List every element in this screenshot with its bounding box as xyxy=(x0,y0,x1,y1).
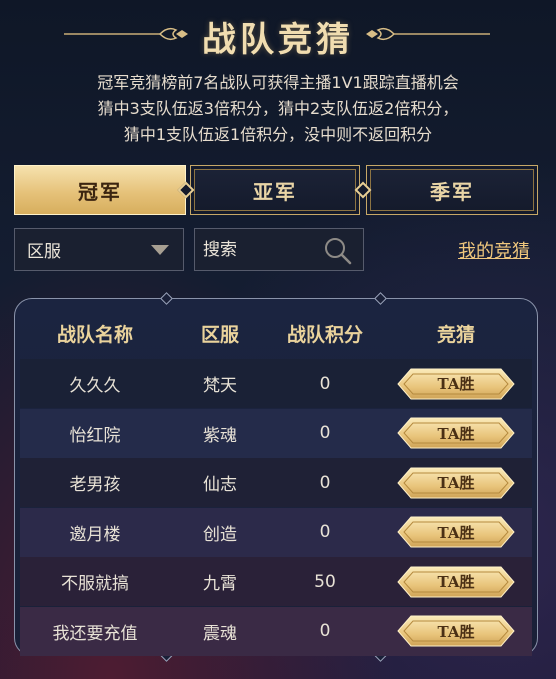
server-name: 紫魂 xyxy=(203,425,237,446)
team-name: 老男孩 xyxy=(69,475,121,495)
bet-win-button[interactable]: TA胜 xyxy=(397,367,515,401)
table-row: 怡红院 紫魂 0 TA胜 xyxy=(20,408,532,458)
team-points: 0 xyxy=(319,621,331,641)
team-points: 0 xyxy=(319,423,331,443)
team-name: 久久久 xyxy=(69,376,121,396)
server-name: 梵天 xyxy=(203,376,237,396)
column-header-server: 区服 xyxy=(200,323,239,346)
table-row: 邀月楼 创造 0 TA胜 xyxy=(20,507,532,557)
caret-down-icon xyxy=(151,245,169,255)
team-points: 0 xyxy=(319,472,331,493)
rules-line: 猜中3支队伍返3倍积分，猜中2支队伍返2倍积分， xyxy=(97,99,459,118)
table-row: 老男孩 仙志 0 TA胜 xyxy=(20,458,532,507)
bet-cell: TA胜 xyxy=(380,466,532,500)
title-ornament-left-icon xyxy=(64,27,188,41)
server-name: 仙志 xyxy=(203,475,237,495)
bet-cell: TA胜 xyxy=(380,614,532,648)
bet-win-button[interactable]: TA胜 xyxy=(397,614,515,648)
team-name: 我还要充值 xyxy=(52,623,138,644)
search-input[interactable] xyxy=(203,239,323,260)
server-name: 震魂 xyxy=(203,623,237,644)
bet-win-button[interactable]: TA胜 xyxy=(397,565,515,599)
team-name: 邀月楼 xyxy=(69,524,121,545)
tab-runner-up[interactable]: 亚军 xyxy=(190,165,360,215)
my-bets-link[interactable]: 我的竞猜 xyxy=(458,237,530,263)
page-title: 战队竞猜 xyxy=(202,19,354,60)
server-select-value: 区服 xyxy=(27,242,61,262)
team-name: 不服就搞 xyxy=(61,574,129,594)
column-header-bet: 竞猜 xyxy=(436,323,475,346)
rules-text: 冠军竞猜榜前7名战队可获得主播1V1跟踪直播机会 猜中3支队伍返3倍积分，猜中2… xyxy=(0,70,556,148)
table-row: 我还要充值 震魂 0 TA胜 xyxy=(20,606,532,656)
rules-line: 猜中1支队伍返1倍积分，没中则不返回积分 xyxy=(123,125,433,144)
tab-champion[interactable]: 冠军 xyxy=(14,165,186,215)
bet-cell: TA胜 xyxy=(380,565,532,599)
bet-cell: TA胜 xyxy=(380,367,532,401)
bet-win-button[interactable]: TA胜 xyxy=(397,515,515,549)
bet-button-label: TA胜 xyxy=(437,474,475,492)
bet-win-button[interactable]: TA胜 xyxy=(397,466,515,500)
bet-button-label: TA胜 xyxy=(437,622,475,641)
search-box xyxy=(194,228,364,271)
table-row: 不服就搞 九霄 50 TA胜 xyxy=(20,557,532,606)
column-header-points: 战队积分 xyxy=(286,323,363,346)
table-header: 战队名称 区服 战队积分 竞猜 xyxy=(20,308,532,358)
bet-button-label: TA胜 xyxy=(437,573,475,591)
team-points: 0 xyxy=(319,373,331,394)
bet-cell: TA胜 xyxy=(380,515,532,549)
team-name: 怡红院 xyxy=(69,425,121,446)
bet-button-label: TA胜 xyxy=(437,523,475,542)
server-name: 九霄 xyxy=(203,574,237,594)
tab-third-place[interactable]: 季军 xyxy=(366,165,538,215)
bet-button-label: TA胜 xyxy=(437,375,475,393)
server-select[interactable]: 区服 xyxy=(14,228,184,271)
bet-button-label: TA胜 xyxy=(437,424,475,443)
rules-line: 冠军竞猜榜前7名战队可获得主播1V1跟踪直播机会 xyxy=(97,73,459,92)
bet-cell: TA胜 xyxy=(380,416,532,450)
team-points: 50 xyxy=(314,571,336,592)
title-ornament-right-icon xyxy=(366,27,490,41)
team-points: 0 xyxy=(319,522,331,542)
table-row: 久久久 梵天 0 TA胜 xyxy=(20,359,532,408)
bet-win-button[interactable]: TA胜 xyxy=(397,416,515,450)
column-header-team: 战队名称 xyxy=(56,323,133,346)
server-name: 创造 xyxy=(203,524,237,545)
search-icon[interactable] xyxy=(323,236,353,266)
